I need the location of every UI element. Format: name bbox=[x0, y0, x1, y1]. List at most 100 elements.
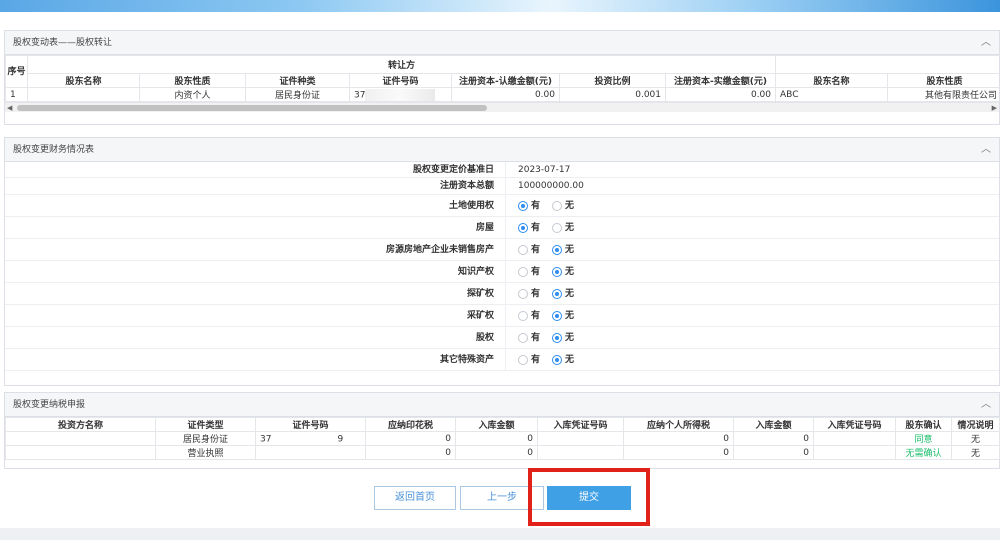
col-header: 股东名称 bbox=[27, 73, 140, 88]
asset-label: 知识产权 bbox=[457, 267, 494, 277]
capital-label: 注册资本总额 bbox=[439, 181, 494, 191]
radio-yes-label[interactable]: 有 bbox=[531, 333, 540, 343]
radio-yes-label[interactable]: 有 bbox=[531, 267, 540, 277]
radio-yes[interactable] bbox=[518, 332, 528, 343]
income-tax-cell: 0 bbox=[623, 431, 734, 446]
radio-yes[interactable] bbox=[518, 200, 528, 211]
tax-panel-header[interactable]: 股权变更纳税申报 ︿ bbox=[5, 393, 999, 417]
radio-yes[interactable] bbox=[518, 222, 528, 233]
radio-yes-label[interactable]: 有 bbox=[531, 201, 540, 211]
radio-no[interactable] bbox=[552, 288, 563, 299]
col-header: 证件种类 bbox=[245, 73, 350, 88]
transfer-panel-header[interactable]: 股权变动表——股权转让 ︿ bbox=[5, 31, 999, 55]
asset-label: 探矿权 bbox=[466, 289, 494, 299]
col-header: 注册资本-实缴金额(元) bbox=[664, 73, 777, 88]
radio-no-label[interactable]: 无 bbox=[565, 289, 574, 299]
radio-no-label[interactable]: 无 bbox=[565, 355, 574, 365]
col-header: 入库金额 bbox=[455, 417, 538, 432]
asset-row: 房源房地产企业未销售房产有无 bbox=[5, 239, 999, 261]
col-header: 证件号码 bbox=[349, 73, 452, 88]
radio-no[interactable] bbox=[552, 222, 563, 233]
horizontal-scrollbar[interactable]: ◀ ▶ bbox=[5, 102, 999, 112]
base-date-row: 股权变更定价基准日 2023-07-17 bbox=[5, 162, 999, 178]
investor-name-cell bbox=[5, 431, 156, 446]
col-header: 股东确认 bbox=[895, 417, 952, 432]
radio-yes[interactable] bbox=[518, 310, 528, 321]
radio-no[interactable] bbox=[552, 354, 563, 365]
seq-cell: 1 bbox=[5, 87, 28, 102]
col-header: 应纳个人所得税 bbox=[623, 417, 734, 432]
capital-row: 注册资本总额 100000000.00 bbox=[5, 178, 999, 195]
radio-yes-label[interactable]: 有 bbox=[531, 223, 540, 233]
asset-radio-group: 有无 bbox=[505, 217, 586, 239]
cert-cell bbox=[813, 431, 896, 446]
asset-radio-group: 有无 bbox=[505, 239, 586, 261]
chevron-up-icon[interactable]: ︿ bbox=[981, 393, 991, 417]
col-header: 入库金额 bbox=[733, 417, 814, 432]
radio-yes[interactable] bbox=[518, 244, 528, 255]
id-no-cell bbox=[255, 445, 366, 460]
radio-no-label[interactable]: 无 bbox=[565, 201, 574, 211]
id-no-cell: 37 9 bbox=[255, 431, 366, 446]
radio-yes-label[interactable]: 有 bbox=[531, 245, 540, 255]
chevron-up-icon[interactable]: ︿ bbox=[981, 138, 991, 162]
radio-yes[interactable] bbox=[518, 266, 528, 277]
amount-cell: 0 bbox=[733, 431, 814, 446]
back-home-button[interactable]: 返回首页 bbox=[374, 486, 456, 510]
radio-no-label[interactable]: 无 bbox=[565, 245, 574, 255]
id-type-cell: 营业执照 bbox=[155, 445, 256, 460]
asset-row: 股权有无 bbox=[5, 327, 999, 349]
radio-no-label[interactable]: 无 bbox=[565, 311, 574, 321]
capital-value: 100000000.00 bbox=[505, 178, 584, 195]
col-header: 证件类型 bbox=[155, 417, 256, 432]
finance-panel-header[interactable]: 股权变更财务情况表 ︿ bbox=[5, 138, 999, 162]
radio-yes[interactable] bbox=[518, 354, 528, 365]
amount-cell: 0 bbox=[455, 445, 538, 460]
table-row: 居民身份证 37 9 0 0 0 0 同意 无 bbox=[5, 431, 1000, 446]
radio-yes-label[interactable]: 有 bbox=[531, 355, 540, 365]
col-header: 入库凭证号码 bbox=[537, 417, 624, 432]
tax-table: 投资方名称 证件类型 证件号码 应纳印花税 入库金额 入库凭证号码 应纳个人所得… bbox=[5, 417, 1000, 460]
col-header: 股东名称 bbox=[775, 73, 889, 88]
id-type-cell: 居民身份证 bbox=[245, 87, 350, 102]
confirm-cell: 同意 bbox=[895, 431, 952, 446]
nature-cell: 内资个人 bbox=[139, 87, 246, 102]
radio-no[interactable] bbox=[552, 332, 563, 343]
cert-cell bbox=[537, 445, 624, 460]
income-tax-cell: 0 bbox=[623, 445, 734, 460]
asset-row: 土地使用权有无 bbox=[5, 195, 999, 217]
radio-no[interactable] bbox=[552, 310, 563, 321]
radio-no[interactable] bbox=[552, 266, 563, 277]
radio-no-label[interactable]: 无 bbox=[565, 333, 574, 343]
asset-label: 采矿权 bbox=[466, 311, 494, 321]
note-cell: 无 bbox=[951, 431, 1000, 446]
scroll-left-icon[interactable]: ◀ bbox=[7, 103, 12, 113]
scroll-thumb[interactable] bbox=[17, 105, 487, 111]
transferor-group-header: 转让方 bbox=[26, 55, 777, 74]
header-banner bbox=[0, 0, 1000, 12]
amount-cell: 0 bbox=[733, 445, 814, 460]
finance-panel: 股权变更财务情况表 ︿ 股权变更定价基准日 2023-07-17 注册资本总额 … bbox=[4, 137, 1000, 386]
transferee-group-header bbox=[775, 55, 1000, 74]
stamp-tax-cell: 0 bbox=[365, 445, 456, 460]
asset-radio-group: 有无 bbox=[505, 261, 586, 283]
stamp-tax-cell: 0 bbox=[365, 431, 456, 446]
cert-cell bbox=[537, 431, 624, 446]
radio-yes-label[interactable]: 有 bbox=[531, 311, 540, 321]
asset-radio-group: 有无 bbox=[505, 195, 586, 217]
finance-panel-title: 股权变更财务情况表 bbox=[13, 145, 95, 155]
col-header: 股东性质 bbox=[139, 73, 246, 88]
radio-yes[interactable] bbox=[518, 288, 528, 299]
radio-no[interactable] bbox=[552, 244, 563, 255]
table-row: 1 内资个人 居民身份证 37 0.00 0.001 0.00 ABC 其他有限… bbox=[5, 87, 1000, 102]
col-header: 证件号码 bbox=[255, 417, 366, 432]
redacted-block bbox=[365, 88, 436, 101]
radio-no-label[interactable]: 无 bbox=[565, 223, 574, 233]
asset-radio-group: 有无 bbox=[505, 327, 586, 349]
radio-no-label[interactable]: 无 bbox=[565, 267, 574, 277]
radio-yes-label[interactable]: 有 bbox=[531, 289, 540, 299]
chevron-up-icon[interactable]: ︿ bbox=[981, 31, 991, 55]
scroll-right-icon[interactable]: ▶ bbox=[992, 103, 997, 113]
name-cell bbox=[27, 87, 140, 102]
radio-no[interactable] bbox=[552, 200, 563, 211]
